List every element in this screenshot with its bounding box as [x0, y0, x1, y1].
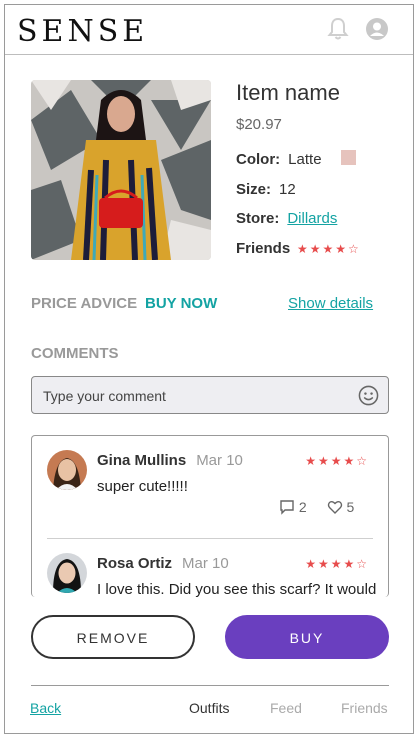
- item-name: Item name: [236, 80, 340, 105]
- comment-item: Rosa Ortiz Mar 10 ★★★★☆ I love this. Did …: [47, 538, 376, 597]
- app-frame: SENSE Item name $20.97 Color: Latte Size…: [4, 4, 414, 734]
- comments-heading: COMMENTS: [31, 345, 119, 362]
- size-value: 12: [279, 181, 296, 198]
- friends-rating-stars: ★★★★☆: [297, 242, 361, 256]
- comment-author-name[interactable]: Rosa Ortiz: [97, 555, 172, 572]
- nav-tab-friends[interactable]: Friends: [341, 700, 388, 716]
- comment-count: 2: [298, 499, 307, 515]
- user-icon[interactable]: [365, 17, 389, 41]
- show-details-link[interactable]: Show details: [288, 295, 373, 312]
- remove-button[interactable]: REMOVE: [31, 615, 195, 659]
- bottom-divider: [31, 685, 389, 686]
- heart-icon[interactable]: [327, 499, 343, 515]
- smiley-icon[interactable]: [358, 385, 379, 406]
- avatar[interactable]: [47, 450, 87, 490]
- color-row: Color: Latte: [236, 151, 322, 168]
- friends-label: Friends: [236, 240, 291, 257]
- nav-tab-feed[interactable]: Feed: [270, 700, 302, 716]
- comment-input[interactable]: Type your comment: [31, 376, 389, 414]
- buy-button[interactable]: BUY: [225, 615, 389, 659]
- bell-icon[interactable]: [327, 17, 349, 41]
- comment-input-placeholder: Type your comment: [43, 388, 166, 404]
- comment-date: Mar 10: [196, 452, 243, 469]
- store-row: Store: Dillards: [236, 210, 337, 227]
- comment-text: super cute!!!!!: [97, 478, 188, 495]
- color-value: Latte: [288, 151, 322, 168]
- comment-icon[interactable]: [279, 499, 295, 515]
- comment-counts: 2 5: [279, 499, 379, 515]
- comment-text: I love this. Did you see this scarf? It …: [97, 581, 377, 597]
- friends-row: Friends: [236, 240, 290, 257]
- comments-list[interactable]: Gina Mullins Mar 10 ★★★★☆ super cute!!!!!…: [31, 435, 389, 597]
- avatar[interactable]: [47, 553, 87, 593]
- price-advice-label[interactable]: PRICE ADVICE: [31, 295, 137, 312]
- item-price: $20.97: [236, 116, 282, 133]
- nav-tab-outfits[interactable]: Outfits: [189, 700, 229, 716]
- comment-rating-stars: ★★★★☆: [305, 454, 369, 468]
- like-count: 5: [346, 499, 355, 515]
- comment-author: Rosa Ortiz Mar 10: [97, 555, 229, 572]
- store-label: Store:: [236, 210, 280, 227]
- buy-now-link[interactable]: BUY NOW: [145, 295, 217, 312]
- item-photo: [31, 80, 211, 260]
- comment-date: Mar 10: [182, 555, 229, 572]
- size-label: Size:: [236, 181, 272, 198]
- comment-body: Rosa Ortiz Mar 10 ★★★★☆ I love this. Did …: [47, 553, 376, 597]
- app-logo: SENSE: [17, 14, 149, 49]
- comment-author: Gina Mullins Mar 10: [97, 452, 243, 469]
- color-swatch: [341, 150, 356, 165]
- size-row: Size: 12: [236, 181, 296, 198]
- top-bar: SENSE: [5, 5, 413, 55]
- store-link[interactable]: Dillards: [287, 210, 337, 227]
- back-link[interactable]: Back: [30, 700, 61, 716]
- color-label: Color:: [236, 151, 281, 168]
- comment-author-name[interactable]: Gina Mullins: [97, 452, 186, 469]
- comment-rating-stars: ★★★★☆: [305, 557, 369, 571]
